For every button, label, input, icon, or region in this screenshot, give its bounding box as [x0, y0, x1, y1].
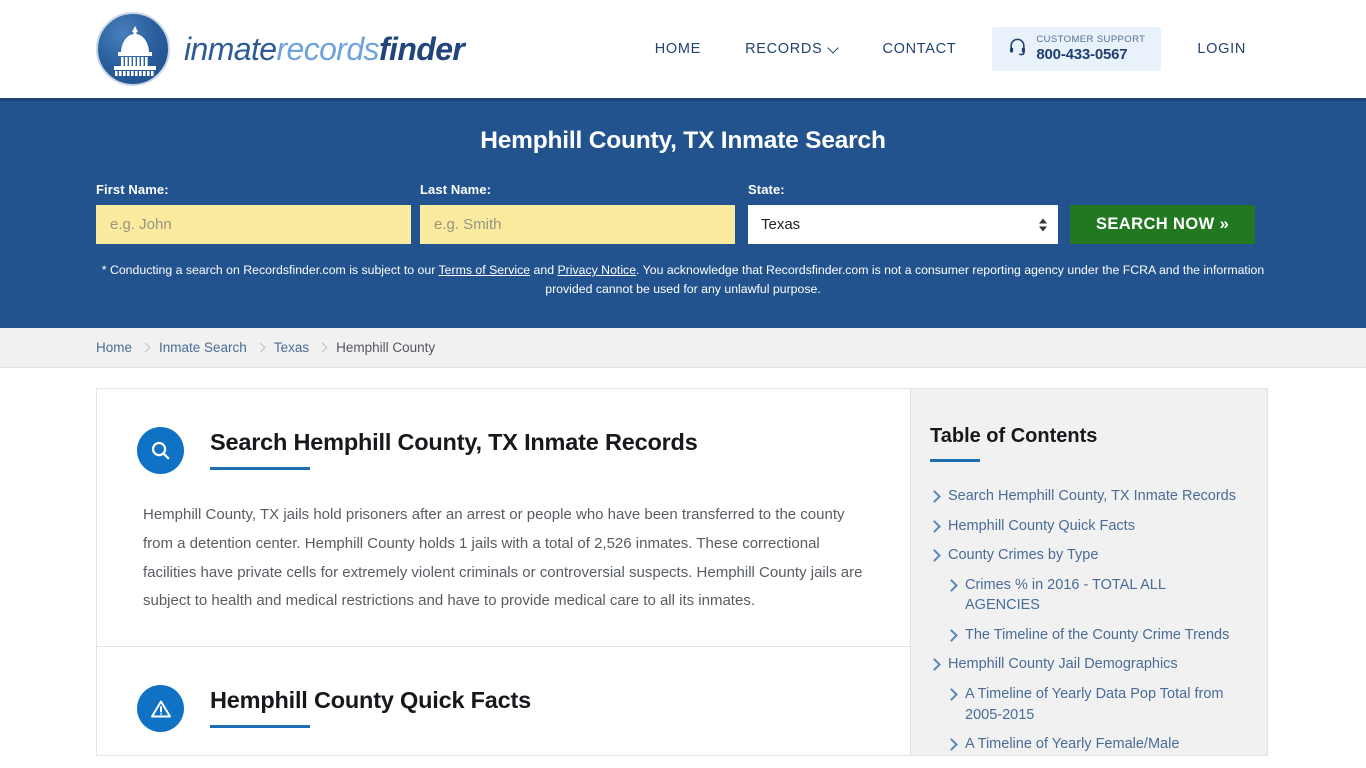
title-underline [210, 467, 310, 470]
toc-item-county-crimes-by-type[interactable]: County Crimes by Type [930, 545, 1237, 566]
search-now-button[interactable]: SEARCH NOW » [1070, 205, 1256, 244]
logo-text-records: records [276, 30, 379, 67]
nav-item-records-label: RECORDS [745, 40, 823, 57]
toc-item-label: Crimes % in 2016 - TOTAL ALL AGENCIES [965, 576, 1166, 614]
chevron-right-icon [930, 492, 938, 500]
breadcrumb-item-home[interactable]: Home [96, 340, 132, 355]
title-underline [210, 725, 310, 729]
toc-item-label: Hemphill County Jail Demographics [948, 656, 1178, 673]
hero-search-banner: Hemphill County, TX Inmate Search First … [0, 98, 1366, 328]
site-header: inmaterecordsfinder HOME RECORDS CONTACT [0, 0, 1366, 98]
breadcrumb-item-texas[interactable]: Texas [274, 340, 309, 355]
chevron-right-icon [947, 740, 955, 748]
nav-item-contact[interactable]: CONTACT [860, 31, 978, 67]
last-name-field-group: Last Name: [420, 182, 735, 244]
toc-title: Table of Contents [930, 425, 1098, 447]
headset-icon [1008, 37, 1027, 61]
toc-item-label: A Timeline of Yearly Female/Male [965, 736, 1180, 753]
warning-triangle-icon [137, 685, 184, 733]
table-of-contents-sidebar: Table of Contents Search Hemphill County… [910, 388, 1268, 756]
support-label: CUSTOMER SUPPORT [1036, 33, 1146, 45]
page-body: Search Hemphill County, TX Inmate Record… [0, 368, 1366, 756]
chevron-down-icon [829, 44, 838, 53]
state-field-group: State: [748, 182, 1058, 244]
disclaimer-text-part2: and [530, 263, 558, 277]
section-search-records: Search Hemphill County, TX Inmate Record… [97, 389, 910, 646]
terms-of-service-link[interactable]: Terms of Service [439, 263, 531, 277]
chevron-right-icon [947, 631, 955, 639]
nav-item-login[interactable]: LOGIN [1175, 31, 1268, 67]
chevron-right-icon [142, 344, 149, 351]
logo-text-inmate: inmate [184, 30, 277, 67]
page-title: Hemphill County, TX Inmate Search [480, 127, 886, 154]
first-name-field-group: First Name: [96, 182, 411, 244]
section-title-search-records: Search Hemphill County, TX Inmate Record… [210, 429, 698, 455]
toc-item-label: Search Hemphill County, TX Inmate Record… [948, 488, 1236, 504]
chevron-right-icon [947, 690, 955, 698]
chevron-right-icon [930, 660, 938, 668]
logo-text-finder: finder [378, 30, 465, 67]
customer-support-box[interactable]: CUSTOMER SUPPORT 800-433-0567 [992, 26, 1162, 72]
toc-item-crime-trends-timeline[interactable]: The Timeline of the County Crime Trends [930, 625, 1237, 646]
first-name-label: First Name: [96, 182, 169, 197]
capitol-dome-icon [96, 12, 170, 86]
nav-item-contact-label: CONTACT [882, 40, 957, 57]
inmate-search-form: First Name: Last Name: State: SEARCH NOW… [96, 182, 1270, 244]
breadcrumb-item-inmate-search[interactable]: Inmate Search [159, 340, 247, 355]
state-select[interactable] [748, 205, 1058, 244]
breadcrumb: Home Inmate Search Texas Hemphill County [0, 328, 1366, 368]
magnifier-icon [137, 427, 184, 474]
disclaimer-text-part3: . You acknowledge that Recordsfinder.com… [545, 263, 1265, 297]
privacy-notice-link[interactable]: Privacy Notice [557, 263, 636, 277]
chevron-right-icon [319, 344, 326, 351]
chevron-right-icon [947, 581, 955, 589]
main-content: Search Hemphill County, TX Inmate Record… [96, 388, 910, 756]
chevron-right-icon [930, 522, 938, 530]
support-phone[interactable]: 800-433-0567 [1036, 46, 1145, 63]
toc-item-label: The Timeline of the County Crime Trends [965, 626, 1230, 643]
toc-item-female-male-timeline[interactable]: A Timeline of Yearly Female/Male [930, 734, 1237, 755]
first-name-input[interactable] [96, 205, 411, 244]
breadcrumb-item-hemphill-county: Hemphill County [336, 340, 436, 355]
chevron-right-icon [930, 551, 938, 559]
nav-item-home-label: HOME [654, 40, 702, 57]
toc-list: Search Hemphill County, TX Inmate Record… [930, 486, 1237, 755]
toc-item-search-records[interactable]: Search Hemphill County, TX Inmate Record… [930, 486, 1237, 507]
nav-item-records[interactable]: RECORDS [723, 31, 860, 67]
search-disclaimer: * Conducting a search on Recordsfinder.c… [96, 261, 1270, 299]
last-name-label: Last Name: [420, 182, 492, 197]
toc-underline [930, 459, 980, 462]
state-label: State: [748, 182, 785, 197]
nav-item-login-label: LOGIN [1197, 40, 1246, 57]
chevron-right-icon [257, 344, 264, 351]
toc-item-label: Hemphill County Quick Facts [948, 517, 1135, 534]
toc-item-jail-demographics[interactable]: Hemphill County Jail Demographics [930, 654, 1237, 675]
toc-item-quick-facts[interactable]: Hemphill County Quick Facts [930, 516, 1237, 537]
section-body-search-records: Hemphill County, TX jails hold prisoners… [143, 506, 863, 610]
toc-item-label: A Timeline of Yearly Data Pop Total from… [965, 686, 1224, 723]
main-navigation: HOME RECORDS CONTACT CUSTOMER SUPPORT 80… [633, 26, 1268, 72]
last-name-input[interactable] [420, 205, 735, 244]
toc-item-crimes-percent-2016[interactable]: Crimes % in 2016 - TOTAL ALL AGENCIES [930, 575, 1237, 616]
toc-item-label: County Crimes by Type [948, 547, 1099, 564]
section-title-quick-facts: Hemphill County Quick Facts [210, 687, 532, 714]
site-logo[interactable]: inmaterecordsfinder [96, 12, 465, 86]
logo-wordmark: inmaterecordsfinder [184, 30, 465, 68]
nav-item-home[interactable]: HOME [633, 31, 723, 67]
section-quick-facts: Hemphill County Quick Facts [97, 646, 910, 762]
disclaimer-text-part1: * Conducting a search on Recordsfinder.c… [101, 263, 439, 277]
toc-item-pop-total-timeline[interactable]: A Timeline of Yearly Data Pop Total from… [930, 684, 1237, 725]
